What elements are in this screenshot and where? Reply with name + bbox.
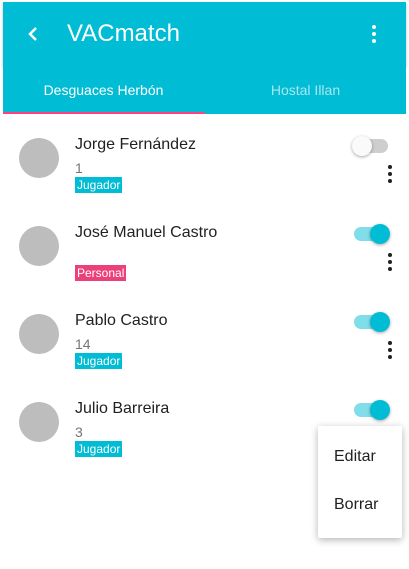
role-badge: Jugador: [75, 441, 123, 457]
tab-hostal-illan[interactable]: Hostal Illan: [205, 66, 406, 114]
member-name: Pablo Castro: [75, 312, 168, 329]
member-name: Julio Barreira: [75, 400, 170, 417]
tab-desguaces-herbon[interactable]: Desguaces Herbón: [3, 66, 204, 114]
role-badge: Jugador: [75, 353, 123, 369]
toggle-thumb: [370, 400, 390, 420]
avatar: [19, 402, 59, 442]
member-number: 3: [75, 424, 83, 440]
role-badge: Jugador: [75, 177, 123, 193]
more-vertical-icon[interactable]: [378, 250, 402, 274]
more-vertical-icon[interactable]: [378, 338, 402, 362]
list-item[interactable]: Pablo Castro 14 Jugador: [0, 292, 409, 380]
app-title: VACmatch: [67, 20, 180, 47]
enabled-toggle[interactable]: [352, 400, 390, 420]
list-item[interactable]: José Manuel Castro Personal: [0, 204, 409, 292]
more-vertical-icon[interactable]: [378, 162, 402, 186]
member-number: 1: [75, 160, 83, 176]
enabled-toggle[interactable]: [352, 312, 390, 332]
app-bar: VACmatch: [3, 2, 406, 66]
toggle-thumb: [370, 312, 390, 332]
avatar: [19, 226, 59, 266]
avatar: [19, 314, 59, 354]
enabled-toggle[interactable]: [352, 136, 390, 156]
toggle-thumb: [370, 224, 390, 244]
avatar: [19, 138, 59, 178]
toggle-thumb: [352, 136, 372, 156]
chevron-left-icon[interactable]: [21, 22, 45, 46]
menu-item-borrar[interactable]: Borrar: [334, 496, 378, 514]
member-name: Jorge Fernández: [75, 136, 196, 153]
role-badge: Personal: [75, 265, 127, 281]
context-menu: Editar Borrar: [318, 426, 402, 538]
member-number: 14: [75, 336, 91, 352]
more-vertical-icon[interactable]: [362, 22, 386, 46]
member-name: José Manuel Castro: [75, 224, 218, 241]
tab-bar: Desguaces Herbón Hostal Illan: [3, 66, 406, 114]
tab-indicator: [3, 112, 205, 114]
list-item[interactable]: Jorge Fernández 1 Jugador: [0, 116, 409, 204]
enabled-toggle[interactable]: [352, 224, 390, 244]
menu-item-editar[interactable]: Editar: [334, 448, 376, 466]
